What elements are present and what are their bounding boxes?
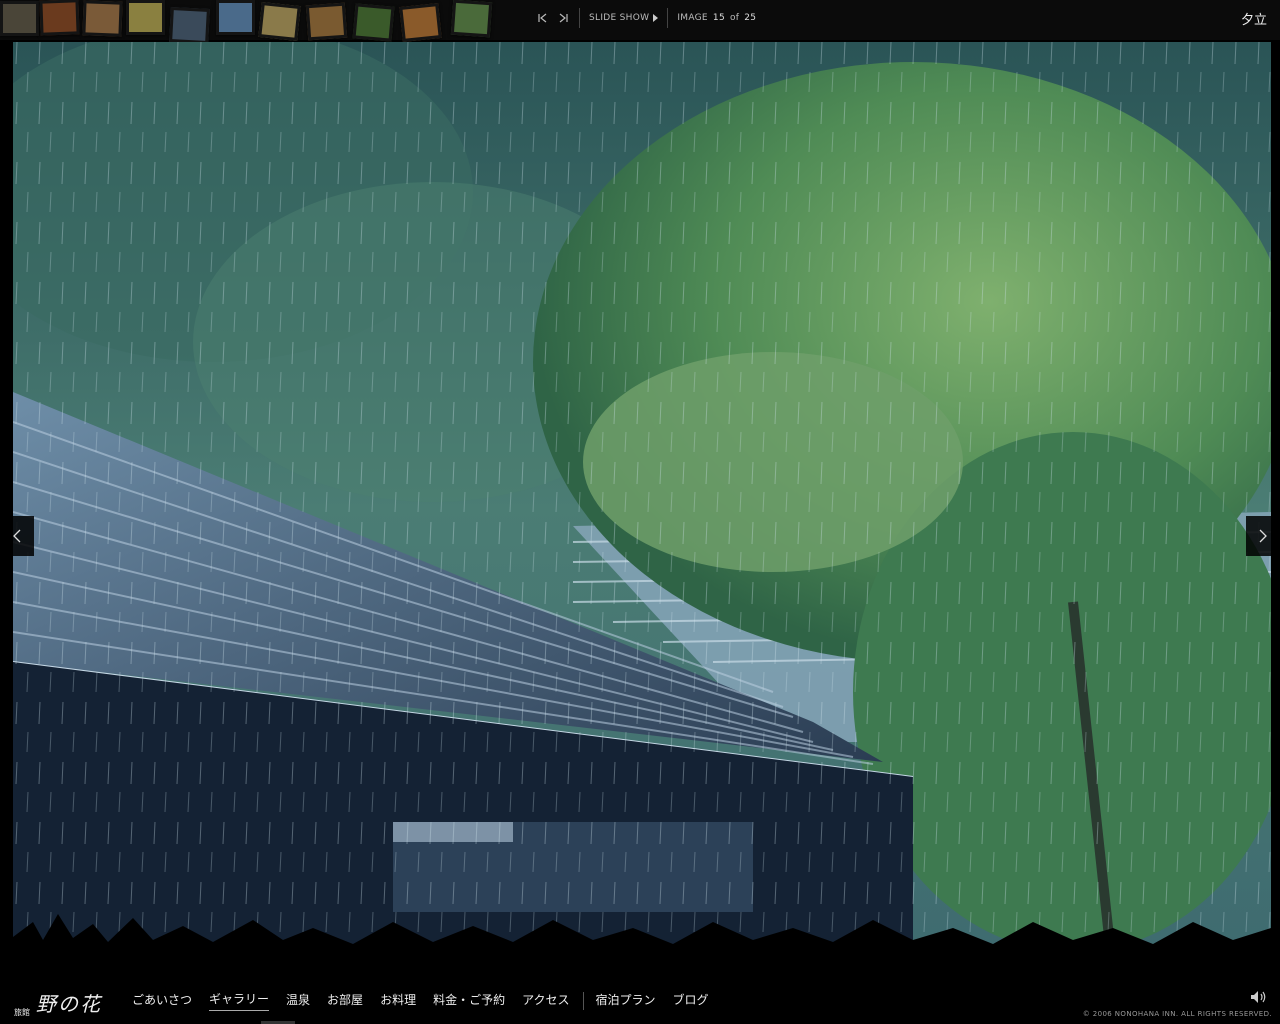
chevron-right-icon [1259,529,1267,543]
slideshow-label: SLIDE SHOW [589,13,650,23]
menu-item-onsen[interactable]: 温泉 [286,991,310,1011]
thumbnail[interactable] [352,3,395,42]
thumbnail[interactable] [216,0,255,35]
thumbnail[interactable] [39,0,80,36]
chevron-left-icon [13,529,21,543]
of-label: of [729,13,740,23]
gallery-controls: SLIDE SHOW IMAGE 15 of 25 [536,8,756,28]
gallery-photo [13,42,1271,974]
previous-image-button[interactable] [0,516,34,556]
slideshow-button[interactable]: SLIDE SHOW [589,13,659,23]
total-count: 25 [744,13,757,23]
menu-item-rates[interactable]: 料金・ご予約 [433,991,505,1011]
rain-scene-illustration [13,42,1271,974]
menu-item-gallery[interactable]: ギャラリー [209,990,270,1011]
copyright-text: © 2006 NONOHANA INN. ALL RIGHTS RESERVED… [1082,1010,1272,1018]
thumbnail[interactable] [450,0,493,38]
divider [579,8,580,28]
thumbnail[interactable] [305,2,348,41]
menu-item-greeting[interactable]: ごあいさつ [132,991,192,1011]
site-logo[interactable]: 旅館 野の花 [14,988,102,1017]
logo-text: 野の花 [36,992,102,1016]
divider [667,8,669,28]
main-menu: ごあいさつ ギャラリー 温泉 お部屋 お料理 料金・ご予約 アクセス 宿泊プラン… [132,990,726,1011]
current-index: 15 [712,13,725,23]
thumbnail[interactable] [399,3,442,42]
first-image-icon[interactable] [536,11,550,25]
thumbnail[interactable] [258,2,301,41]
menu-item-cuisine[interactable]: お料理 [380,991,416,1011]
menu-item-blog[interactable]: ブログ [673,991,709,1011]
thumbnail-strip [0,0,500,48]
menu-item-rooms[interactable]: お部屋 [327,991,363,1011]
thumbnail[interactable] [82,0,123,37]
footer-bar: 旅館 野の花 ごあいさつ ギャラリー 温泉 お部屋 お料理 料金・ご予約 アクセ… [0,974,1280,1024]
thumbnail[interactable] [126,0,165,35]
thumbnail[interactable] [0,1,39,36]
menu-item-plans[interactable]: 宿泊プラン [596,991,656,1011]
last-image-icon[interactable] [556,11,570,25]
thumbnail[interactable] [169,7,210,44]
menu-item-access[interactable]: アクセス [522,991,569,1011]
speaker-icon[interactable] [1250,989,1268,1008]
image-label: IMAGE [677,13,708,23]
menu-divider [582,991,584,1010]
next-image-button[interactable] [1246,516,1280,556]
play-icon [653,14,659,22]
image-counter: IMAGE 15 of 25 [677,13,756,23]
top-bar: SLIDE SHOW IMAGE 15 of 25 夕立 [0,0,1280,44]
logo-prefix: 旅館 [14,1008,30,1017]
photo-title: 夕立 [1240,13,1267,28]
